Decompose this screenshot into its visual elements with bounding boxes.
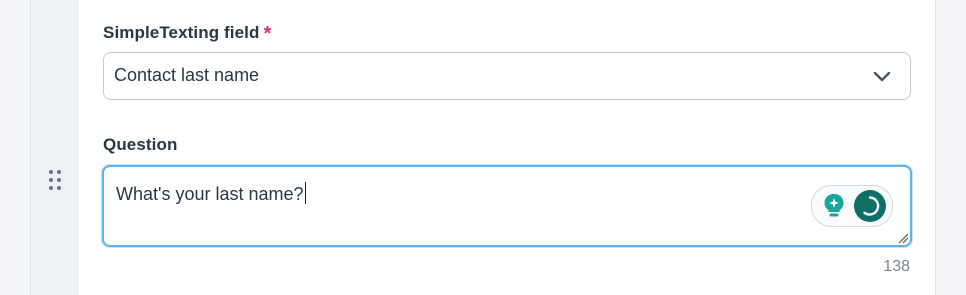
- drag-handle-icon[interactable]: [47, 170, 63, 194]
- select-value: Contact last name: [114, 65, 260, 85]
- simpletexting-field-label-text: SimpleTexting field: [103, 23, 260, 42]
- right-border: [935, 0, 936, 295]
- text-caret: [304, 182, 306, 204]
- ai-loading-button[interactable]: [854, 190, 886, 222]
- question-text: What's your last name?: [116, 182, 306, 205]
- simpletexting-field-label: SimpleTexting field *: [103, 21, 272, 45]
- simpletexting-field-select[interactable]: Contact last name: [103, 52, 911, 100]
- resize-grip-icon[interactable]: [897, 232, 909, 244]
- character-count: 138: [883, 258, 910, 275]
- question-value: What's your last name?: [116, 184, 304, 204]
- chevron-down-icon: [873, 71, 891, 82]
- drag-gutter: [31, 0, 79, 295]
- ai-assist-pill[interactable]: [811, 185, 893, 227]
- field-panel: [79, 0, 935, 295]
- loading-spinner-icon: [863, 196, 880, 216]
- question-textarea[interactable]: What's your last name?: [102, 165, 912, 247]
- required-marker: *: [263, 23, 272, 45]
- lightbulb-sparkle-icon[interactable]: [822, 193, 846, 219]
- question-label: Question: [103, 135, 178, 154]
